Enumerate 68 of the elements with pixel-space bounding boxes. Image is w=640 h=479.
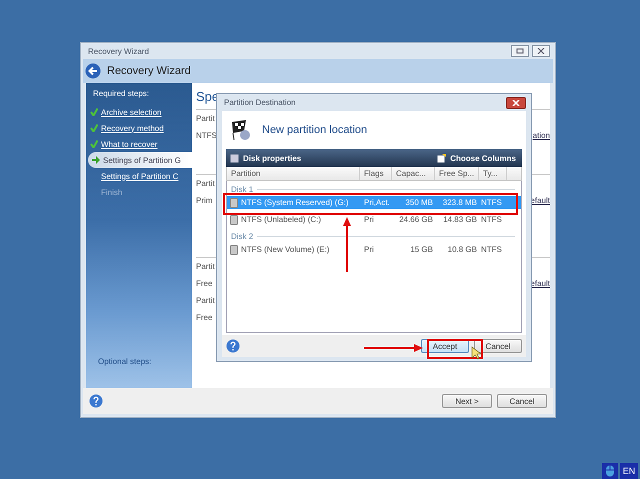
field-label: Partit: [196, 114, 215, 125]
free-space-cell-text: 10.8 GB: [446, 245, 478, 254]
disk-properties-button[interactable]: Disk properties: [230, 154, 302, 162]
step-link[interactable]: Archive selection: [101, 108, 162, 116]
column-header[interactable]: Capac...: [392, 167, 435, 180]
step-link[interactable]: Recovery method: [101, 124, 164, 132]
type-cell-text: NTFS: [480, 215, 503, 224]
field-label: Free: [196, 279, 212, 290]
arrow-icon: [92, 156, 100, 164]
optional-steps-heading: Optional steps:: [97, 357, 152, 366]
dialog-heading: New partition location: [262, 124, 368, 136]
help-icon[interactable]: [89, 394, 103, 408]
capacity-cell-text: 24.66 GB: [398, 215, 434, 224]
step-link[interactable]: What to recover: [101, 140, 158, 148]
partition-row[interactable]: NTFS (New Volume) (E:) Pri 15 GB 10.8 GB NTFS: [227, 243, 521, 256]
help-icon[interactable]: [226, 339, 240, 353]
close-icon: [512, 100, 520, 106]
group-label: Disk 1: [231, 185, 254, 194]
pointer-icon: [472, 346, 482, 360]
dialog-title: Partition Destination: [223, 98, 296, 107]
mouse-icon[interactable]: [602, 463, 618, 479]
link[interactable]: ation: [532, 131, 550, 144]
annotation-arrow: [364, 344, 423, 352]
field-label: NTFS: [196, 131, 217, 142]
free-space-cell-text: 14.83 GB: [442, 215, 478, 224]
type-cell-text: NTFS: [480, 198, 503, 207]
step-link: Finish: [101, 188, 122, 196]
column-header[interactable]: Flags: [360, 167, 392, 180]
close-icon: [537, 48, 545, 54]
column-header[interactable]: Ty...: [479, 167, 507, 180]
wizard-header: Recovery Wizard: [107, 65, 191, 77]
free-space-cell-text: 323.8 MB: [442, 198, 478, 207]
partition-name: NTFS (System Reserved) (G:): [241, 198, 349, 207]
field-label: Free: [196, 313, 212, 324]
field-label: Partit: [196, 262, 215, 273]
flags-cell-text: Pri: [363, 215, 375, 224]
language-indicator[interactable]: EN: [620, 463, 638, 479]
type-cell-text: NTFS: [480, 245, 503, 254]
restore-button[interactable]: [511, 45, 529, 57]
close-button[interactable]: [506, 96, 526, 108]
field-label: Partit: [196, 296, 215, 307]
partition-name: NTFS (New Volume) (E:): [241, 245, 330, 254]
group-label: Disk 2: [231, 232, 254, 241]
column-header[interactable]: Partition: [227, 167, 360, 180]
flags-cell-text: Pri: [363, 245, 375, 254]
sidebar-heading: Required steps:: [92, 89, 150, 98]
close-button[interactable]: [532, 45, 550, 57]
column-header[interactable]: Free Sp...: [435, 167, 479, 180]
step-link[interactable]: Settings of Partition C: [101, 172, 178, 180]
field-label: Prim: [196, 196, 212, 207]
back-icon[interactable]: [85, 63, 101, 79]
flags-cell-text: Pri,Act.: [363, 198, 391, 207]
highlight-frame: [427, 339, 483, 359]
partition-name: NTFS (Unlabeled) (C:): [241, 215, 322, 224]
drive-icon: [230, 244, 238, 254]
dialog-button[interactable]: Cancel: [474, 339, 522, 353]
restore-icon: [516, 48, 524, 54]
wizard-button[interactable]: Next >: [442, 394, 492, 408]
note-icon: [437, 154, 446, 162]
capacity-cell-text: 15 GB: [409, 245, 434, 254]
flag-icon: [230, 119, 252, 141]
annotation-arrow: [343, 217, 351, 272]
field-label: Partit: [196, 179, 215, 190]
wizard-button[interactable]: Cancel: [497, 394, 547, 408]
partition-row[interactable]: NTFS (Unlabeled) (C:) Pri 24.66 GB 14.83 GB NTFS: [227, 213, 521, 226]
window-title: Recovery Wizard: [87, 46, 149, 56]
choose-columns-button[interactable]: Choose Columns: [437, 154, 516, 162]
capacity-cell-text: 350 MB: [404, 198, 434, 207]
